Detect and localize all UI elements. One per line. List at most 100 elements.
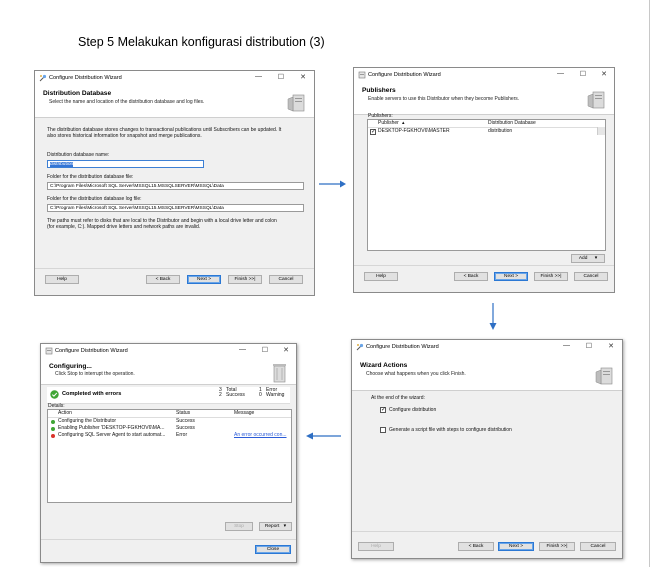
maximize-icon[interactable]: ☐ [278,73,284,81]
arrow-left-icon [306,432,341,440]
arrow-right-icon [319,180,346,188]
window-title: Configure Distribution Wizard [368,72,441,78]
cancel-button[interactable]: Cancel [580,542,616,551]
back-button[interactable]: < Back [458,542,494,551]
back-button[interactable]: < Back [146,275,180,284]
publisher-checkbox[interactable] [370,128,376,135]
minimize-icon[interactable]: — [239,346,246,353]
arrow-down-icon [489,303,497,330]
wizard-body: The distribution database stores changes… [35,118,314,269]
distribution-database-window: Configure Distribution Wizard — ☐ ✕ Dist… [34,70,315,296]
col-action-header[interactable]: Action [58,410,72,417]
titlebar: Configure Distribution Wizard — ☐ ✕ [35,71,314,85]
wizard-footer: Help < Back Next > Finish >>| Cancel [352,531,622,558]
path-note-line-2: (for example, C:). Mapped drive letters … [47,224,201,230]
row-action: Configuring SQL Server Agent to start au… [58,432,166,438]
generate-script-checkbox[interactable] [380,427,386,433]
window-title: Configure Distribution Wizard [55,348,128,354]
close-icon[interactable]: ✕ [283,346,289,354]
finish-button[interactable]: Finish >>| [534,272,568,281]
stop-button[interactable]: Stop [225,522,253,531]
header-title: Publishers [362,87,396,94]
trash-can-icon [273,364,286,383]
window-title: Configure Distribution Wizard [49,75,122,81]
wizard-body: Completed with errors 3 Total 2 Success … [41,385,296,540]
details-table[interactable]: Action Status Message Configuring the Di… [47,409,292,503]
page-edge-line [649,0,650,567]
header-subtitle: Choose what happens when you click Finis… [366,371,466,377]
status-text: Completed with errors [62,391,122,397]
table-row[interactable]: Enabling Publisher 'DESKTOP-FGKHOV6\MA..… [48,425,291,432]
log-folder-label: Folder for the distribution database log… [47,196,142,202]
cancel-button[interactable]: Cancel [269,275,303,284]
report-button[interactable]: Report ▾ [259,522,292,531]
maximize-icon[interactable]: ☐ [586,342,592,350]
dropdown-arrow-icon: ▾ [594,256,598,261]
db-name-label: Distribution database name: [47,152,110,158]
close-icon[interactable]: ✕ [601,70,607,78]
success-dot-icon [51,420,55,424]
wizard-actions-window: Configure Distribution Wizard — ☐ ✕ Wiza… [351,339,623,559]
wizard-header: Distribution Database Select the name an… [35,85,314,118]
finish-button[interactable]: Finish >>| [539,542,575,551]
scrollbar[interactable] [597,127,605,135]
close-icon[interactable]: ✕ [300,73,306,81]
minimize-icon[interactable]: — [255,73,262,80]
minimize-icon[interactable]: — [557,70,564,77]
next-button[interactable]: Next > [187,275,221,284]
error-dot-icon [51,434,55,438]
configure-distribution-label[interactable]: Configure distribution [389,407,436,414]
back-button[interactable]: < Back [454,272,488,281]
maximize-icon[interactable]: ☐ [580,70,586,78]
row-status: Success [176,425,195,431]
row-status: Success [176,418,195,424]
table-header: Action Status Message [48,410,291,418]
header-title: Wizard Actions [360,362,408,369]
wizard-header: Publishers Enable servers to use this Di… [354,82,614,115]
end-of-wizard-label: At the end of the wizard: [371,395,425,401]
add-button[interactable]: Add ▾ [571,254,605,263]
wizard-body: Publishers: Publisher ▴ Distribution Dat… [354,113,614,266]
list-header: Publisher ▴ Distribution Database [368,120,605,128]
db-name-input[interactable]: distribution [47,160,204,168]
minimize-icon[interactable]: — [563,342,570,349]
close-icon[interactable]: ✕ [608,342,614,350]
table-row[interactable]: Configuring the Distributor Success [48,418,291,425]
generate-script-label[interactable]: Generate a script file with steps to con… [389,427,512,434]
publishers-list[interactable]: Publisher ▴ Distribution Database DESKTO… [367,119,606,251]
table-row[interactable]: Configuring SQL Server Agent to start au… [48,432,291,439]
error-message-link[interactable]: An error occurred con... [234,432,287,439]
row-action: Configuring the Distributor [58,418,117,424]
close-button[interactable]: Close [255,545,291,554]
configure-distribution-checkbox[interactable] [380,406,386,413]
window-title: Configure Distribution Wizard [366,344,439,350]
table-row[interactable]: DESKTOP-FGKHOV6\MASTER distribution [368,128,597,136]
wizard-footer: Close [41,539,296,562]
maximize-icon[interactable]: ☐ [262,346,268,354]
col-message-header[interactable]: Message [234,410,254,417]
help-button[interactable]: Help [358,542,394,551]
publisher-db: distribution [488,128,513,134]
col-db-header[interactable]: Distribution Database [488,120,536,127]
col-publisher-header[interactable]: Publisher [378,120,399,127]
help-button[interactable]: Help [364,272,398,281]
data-folder-input[interactable]: C:\Program Files\Microsoft SQL Server\MS… [47,182,304,190]
server-icon [287,94,305,112]
success-check-icon [50,390,59,399]
header-subtitle: Select the name and location of the dist… [49,99,205,105]
col-status-header[interactable]: Status [176,410,190,417]
warning-count: 0 [259,392,262,398]
finish-button[interactable]: Finish >>| [228,275,262,284]
page-title: Step 5 Melakukan konfigurasi distributio… [78,35,325,49]
db-name-value: distribution [50,162,74,167]
success-count: 2 [219,392,222,398]
row-action: Enabling Publisher 'DESKTOP-FGKHOV6\MA..… [58,425,165,431]
next-button[interactable]: Next > [494,272,528,281]
header-title: Configuring... [49,363,92,370]
cancel-button[interactable]: Cancel [574,272,608,281]
sort-asc-icon: ▴ [402,120,405,126]
configuring-window: Configure Distribution Wizard — ☐ ✕ Conf… [40,343,297,563]
log-folder-input[interactable]: C:\Program Files\Microsoft SQL Server\MS… [47,204,304,212]
help-button[interactable]: Help [45,275,79,284]
next-button[interactable]: Next > [498,542,534,551]
